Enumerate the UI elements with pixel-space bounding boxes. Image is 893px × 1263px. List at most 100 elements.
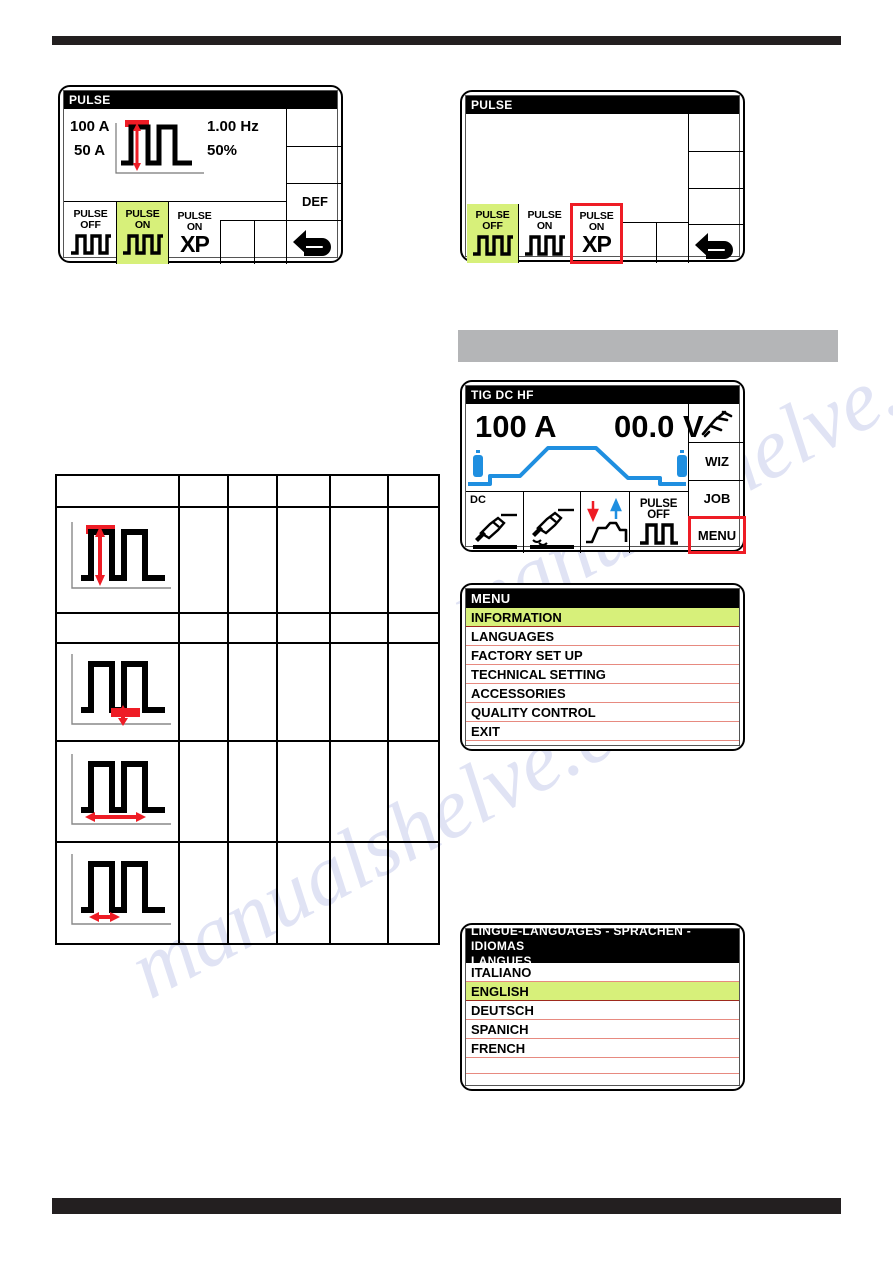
softkey-pulse-on-xp[interactable]: PULSE ON XP (570, 203, 623, 264)
table-col-rule-3 (276, 476, 278, 943)
language-item-empty-2[interactable] (466, 1074, 739, 1090)
table-row-rule-4 (57, 841, 438, 843)
softkey-label-line1: PULSE (527, 208, 562, 221)
right-divider-1 (286, 146, 343, 147)
panel-title-text: MENU (471, 591, 511, 606)
pulse-peak-amplitude-waveform-icon (67, 516, 175, 594)
softkey-label-line1: PULSE (475, 208, 510, 221)
wiz-key-label: WIZ (705, 454, 729, 469)
menu-item-technical-setting[interactable]: TECHNICAL SETTING (466, 665, 739, 684)
panel-title: PULSE (466, 96, 739, 114)
panel-title: PULSE (64, 91, 337, 109)
softkey-pulse-off[interactable]: PULSE OFF (630, 492, 687, 553)
language-item-label: ITALIANO (471, 964, 532, 980)
table-row-rule-1 (57, 612, 438, 614)
pulse-width-waveform-icon (67, 848, 175, 930)
lcd-tig-panel: TIG DC HF 100 A 00.0 V DC PULSE OFF WIZ … (460, 380, 746, 554)
softkey-label-line1: PULSE (177, 209, 212, 222)
square-wave-icon (70, 234, 111, 255)
panel-title: TIG DC HF (466, 386, 739, 404)
menu-key[interactable]: MENU (688, 516, 746, 554)
menu-item-label: FACTORY SET UP (471, 647, 583, 663)
menu-item-label: INFORMATION (471, 609, 562, 625)
table-row-rule-header (57, 506, 438, 508)
base-current-value: 50 A (74, 142, 106, 159)
panel-title-text: TIG DC HF (471, 388, 534, 402)
menu-key-label: MENU (697, 527, 737, 543)
right-divider-3 (286, 220, 343, 221)
pulse-base-amplitude-waveform-icon (67, 648, 175, 730)
panel-title-line1: LINGUE-LANGUAGES - SPRACHEN - IDIOMAS (471, 923, 692, 953)
duty-cycle-value: 50% (207, 142, 238, 159)
language-item-spanich[interactable]: SPANICH (466, 1020, 739, 1039)
lcd-pulse-panel-2: PULSE PULSE OFF PULSE ON PULSE ON XP (460, 90, 745, 264)
lcd-menu-panel: MENU INFORMATION LANGUAGES FACTORY SET U… (460, 583, 745, 751)
def-key[interactable]: DEF (287, 183, 343, 220)
gas-bottle-icon (677, 450, 687, 477)
language-item-italiano[interactable]: ITALIANO (466, 963, 739, 982)
right-divider-3 (688, 224, 745, 225)
language-item-label: FRENCH (471, 1040, 526, 1056)
softkey-label-line2: OFF (482, 219, 503, 232)
menu-item-exit[interactable]: EXIT (466, 722, 739, 741)
softkey-pulse-on[interactable]: PULSE ON (117, 202, 168, 264)
panel-title: LINGUE-LANGUAGES - SPRACHEN - IDIOMAS LA… (466, 924, 739, 968)
menu-item-languages[interactable]: LANGUAGES (466, 627, 739, 646)
menu-item-label: EXIT (471, 723, 500, 739)
section-band (458, 330, 838, 362)
softkey-slope[interactable] (581, 492, 629, 553)
table-col-rule-4 (329, 476, 331, 943)
square-wave-icon (524, 234, 565, 256)
menu-item-information[interactable]: INFORMATION (466, 608, 739, 627)
table-row-rule-2 (57, 642, 438, 644)
softkey-label-line1: PULSE (639, 497, 678, 510)
right-divider-1 (688, 151, 745, 152)
language-item-empty-1[interactable] (466, 1058, 739, 1074)
softkey-pulse-off[interactable]: PULSE OFF (467, 204, 518, 263)
menu-item-accessories[interactable]: ACCESSORIES (466, 684, 739, 703)
torch-trigger-icon (701, 410, 733, 437)
welding-cycle-graph-icon (468, 438, 700, 490)
table-col-rule-2 (227, 476, 229, 943)
table-row-rule-3 (57, 740, 438, 742)
table-col-rule-5 (387, 476, 389, 943)
language-item-english[interactable]: ENGLISH (466, 982, 739, 1001)
peak-current-value: 100 A (70, 118, 110, 135)
pulse-period-waveform-icon (67, 748, 175, 830)
softkey-divider-5 (254, 220, 255, 264)
menu-item-label: LANGUAGES (471, 628, 555, 644)
softkey-divider-3 (220, 220, 221, 264)
def-key-label: DEF (302, 194, 328, 209)
tig-torch-hf-strike-icon (530, 508, 574, 549)
language-item-french[interactable]: FRENCH (466, 1039, 739, 1058)
torch-trigger-key[interactable] (689, 405, 745, 442)
softkey-hf-strike[interactable] (524, 492, 580, 553)
wiz-key[interactable]: WIZ (689, 443, 745, 480)
language-item-deutsch[interactable]: DEUTSCH (466, 1001, 739, 1020)
back-arrow-icon[interactable] (292, 224, 338, 260)
xp-label: XP (180, 230, 210, 257)
softkey-label-line2: OFF (647, 508, 670, 521)
language-item-label: DEUTSCH (471, 1002, 534, 1018)
gas-bottle-icon (473, 450, 483, 477)
softkey-pulse-off[interactable]: PULSE OFF (65, 202, 116, 264)
menu-item-factory-set-up[interactable]: FACTORY SET UP (466, 646, 739, 665)
softkey-dc-mode[interactable]: DC (467, 492, 523, 553)
menu-item-label: ACCESSORIES (471, 685, 566, 701)
page-bottom-rule (52, 1198, 841, 1214)
pulse-amplitude-waveform-icon (112, 115, 207, 177)
softkey-pulse-on[interactable]: PULSE ON (519, 204, 570, 263)
softkey-pulse-on-xp[interactable]: PULSE ON XP (169, 202, 220, 264)
lcd-languages-panel: LINGUE-LANGUAGES - SPRACHEN - IDIOMAS LA… (460, 923, 745, 1091)
language-item-label: ENGLISH (471, 983, 529, 999)
job-key[interactable]: JOB (689, 481, 745, 516)
menu-item-quality-control[interactable]: QUALITY CONTROL (466, 703, 739, 722)
panel-title-text: PULSE (69, 93, 111, 107)
square-wave-icon (639, 522, 678, 545)
softkey-label-line2: ON (536, 219, 553, 232)
back-arrow-icon[interactable] (694, 227, 740, 263)
tig-torch-dc-icon (473, 513, 517, 549)
job-key-label: JOB (703, 491, 731, 506)
softkey-label-line2: ON (134, 219, 151, 231)
xp-label: XP (582, 231, 612, 257)
